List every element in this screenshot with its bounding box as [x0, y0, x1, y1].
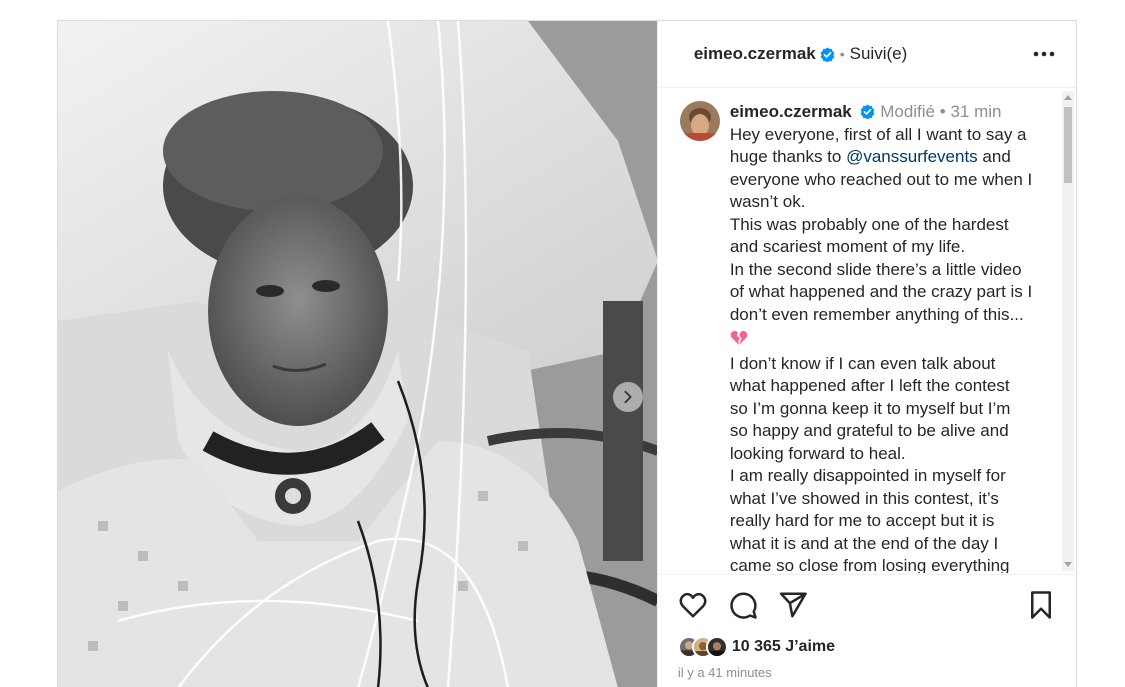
more-options-button[interactable]: [1030, 44, 1058, 64]
send-icon[interactable]: [778, 590, 808, 620]
caption-line: everyone who reached out to me when I: [729, 169, 1033, 189]
avatar-image: [679, 101, 720, 141]
chevron-right-icon: [624, 390, 632, 404]
caption-line: don’t even remember anything of this...: [729, 304, 1024, 324]
caption-time[interactable]: 31 min: [950, 102, 1001, 121]
post-timestamp[interactable]: il y a 41 minutes: [678, 665, 1078, 680]
caption-line: so happy and grateful to be alive and: [729, 421, 1009, 440]
caption-line: This was probably one of the hardest: [729, 214, 1009, 234]
post-actions: 10 365 J’aime il y a 41 minutes: [657, 574, 1078, 687]
caption-text-segment: huge thanks to: [729, 147, 847, 166]
caption-author[interactable]: eimeo.czermak: [730, 102, 852, 121]
author-username[interactable]: eimeo.czermak: [694, 44, 816, 64]
likes-count[interactable]: 10 365 J’aime: [732, 638, 835, 656]
avatar: [705, 636, 728, 658]
caption-line: what happened after I left the contest: [729, 376, 1010, 395]
caption-line: wasn’t ok.: [729, 192, 806, 211]
verified-badge-icon: [861, 104, 875, 119]
caption-line: so I’m gonna keep it to myself but I’m: [729, 398, 1011, 418]
mention-link[interactable]: @vanssurfevents: [846, 147, 978, 166]
caption-line: Hey everyone, first of all I want to say…: [729, 124, 1027, 144]
post-card: eimeo.czermak • Suivi(e) eimeo.czermak M…: [57, 20, 1078, 687]
caption-line: of what happened and the crazy part is I: [729, 282, 1033, 301]
bookmark-icon[interactable]: [1026, 590, 1056, 620]
comment-icon[interactable]: [728, 590, 758, 620]
caption-line: huge thanks to @vanssurfevents and: [730, 146, 1048, 169]
caption: eimeo.czermak Modifié • 31 min Hey every…: [658, 89, 1078, 573]
separator-dot: •: [839, 46, 845, 62]
separator-dot: •: [939, 102, 946, 121]
caption-line: I don’t know if I can even talk about: [729, 353, 996, 373]
caption-line: I am really disappointed in myself for: [729, 466, 1006, 485]
next-slide-button[interactable]: [613, 382, 643, 412]
post-panel: eimeo.czermak • Suivi(e) eimeo.czermak M…: [656, 21, 1078, 687]
caption-text-segment: and: [977, 147, 1011, 166]
caption-line: what it is and at the end of the day I: [729, 533, 999, 553]
caption-line: and scariest moment of my life.: [729, 237, 966, 256]
follow-status-button[interactable]: Suivi(e): [850, 44, 908, 64]
scroll-up-arrow-icon[interactable]: [1064, 95, 1072, 100]
caption-line: In the second slide there’s a little vid…: [729, 259, 1022, 279]
edited-label: Modifié: [880, 102, 936, 121]
scroll-down-arrow-icon[interactable]: [1064, 562, 1072, 567]
caption-text: eimeo.czermak Modifié • 31 min Hey every…: [730, 101, 1048, 573]
more-horizontal-icon: [1033, 51, 1055, 57]
likes-row[interactable]: 10 365 J’aime: [677, 635, 1078, 659]
heart-outline-icon[interactable]: [678, 590, 708, 620]
caption-line: really hard for me to accept but it is: [729, 511, 995, 530]
caption-line: [730, 326, 1048, 353]
broken-heart-emoji: [730, 330, 748, 345]
verified-badge-icon: [820, 46, 835, 62]
post-photo: [58, 21, 657, 687]
scrollbar-thumb[interactable]: [1064, 107, 1072, 183]
post-header: eimeo.czermak • Suivi(e): [657, 21, 1076, 88]
post-media[interactable]: [58, 21, 657, 687]
avatar[interactable]: [679, 101, 720, 141]
caption-scrollbar[interactable]: [1062, 91, 1074, 571]
caption-line: what I’ve showed in this contest, it’s: [729, 488, 999, 508]
caption-scroll-area[interactable]: eimeo.czermak Modifié • 31 min Hey every…: [658, 89, 1078, 573]
caption-line: came so close from losing everything: [729, 556, 1010, 573]
caption-line: looking forward to heal.: [729, 443, 906, 463]
liker-avatars: [677, 636, 728, 658]
